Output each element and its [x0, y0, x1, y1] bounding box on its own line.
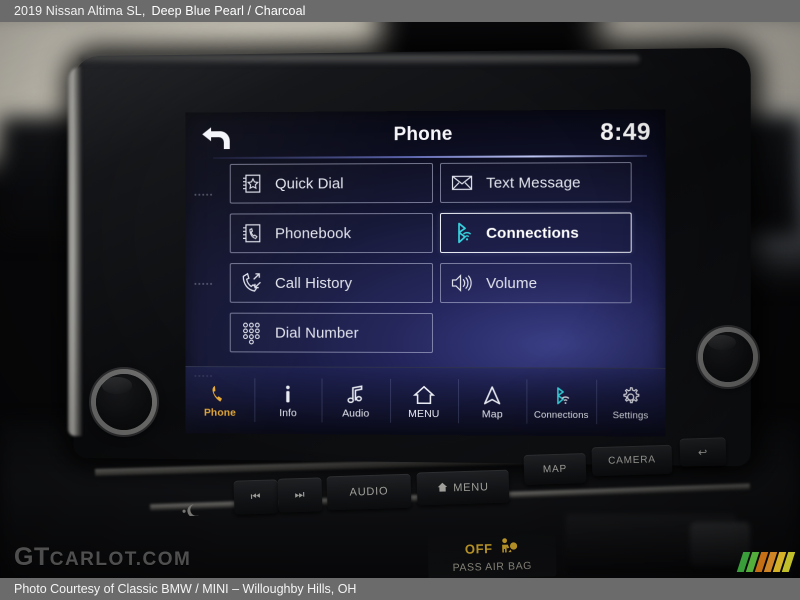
back-arrow-icon: ↩: [697, 446, 709, 459]
edge-marker-dots: [194, 192, 216, 200]
taskbar-label: Settings: [612, 409, 649, 421]
clock: 8:49: [600, 118, 652, 147]
prev-track-button[interactable]: ⏮: [233, 479, 279, 515]
navigation-arrow-icon: [481, 384, 503, 406]
pass-airbag-indicator: OFF PASS AIR BAG: [427, 530, 557, 578]
tile-label: Quick Dial: [275, 174, 344, 193]
taskbar-item-map[interactable]: Map: [458, 368, 527, 437]
home-icon: [437, 481, 448, 495]
bezel-chrome-left: [68, 66, 82, 436]
vehicle-title: 2019 Nissan Altima SL,: [14, 4, 146, 18]
airbag-status-text: OFF: [464, 540, 493, 557]
taskbar-label: Connections: [533, 409, 589, 421]
bluetooth-wifi-icon: [550, 385, 572, 407]
taskbar-item-menu[interactable]: MENU: [390, 368, 458, 436]
call-history-icon: [240, 271, 264, 295]
tile-volume[interactable]: Volume: [439, 262, 632, 304]
edge-marker-dots: [194, 281, 216, 289]
volume-knob-dial[interactable]: [96, 374, 152, 430]
menu-button-label: MENU: [453, 480, 489, 494]
gear-icon: [619, 385, 641, 407]
taskbar-label: Map: [481, 408, 503, 421]
tile-label: Connections: [486, 224, 579, 242]
taskbar-label: Audio: [342, 407, 370, 420]
taskbar-item-phone[interactable]: Phone: [186, 367, 255, 435]
phonebook-icon: [240, 221, 264, 245]
taskbar-label: MENU: [408, 407, 440, 421]
speaker-icon: [450, 271, 474, 295]
map-button-label: MAP: [542, 463, 568, 475]
taskbar-label: Info: [279, 407, 297, 420]
tile-connections[interactable]: Connections: [439, 212, 632, 253]
tile-text-message[interactable]: Text Message: [439, 162, 632, 203]
music-note-icon: [345, 384, 367, 406]
vehicle-photo: Phone 8:49 Quick Dial Text Message Phone…: [0, 22, 800, 578]
tune-scroll-knob[interactable]: TUNE·SCROLL PUSH SOUND: [703, 332, 753, 382]
phone-handset-icon: [209, 383, 231, 405]
tile-dial-number[interactable]: Dial Number: [229, 312, 433, 354]
home-icon: [412, 384, 435, 406]
info-icon: [277, 383, 299, 405]
taskbar-item-info[interactable]: Info: [254, 367, 321, 435]
watermark-brand: GT: [14, 543, 50, 571]
phone-menu-grid: Quick Dial Text Message Phonebook Connec…: [229, 162, 632, 364]
back-button[interactable]: ↩: [679, 437, 727, 467]
bottom-caption-bar: Photo Courtesy of Classic BMW / MINI – W…: [0, 578, 800, 600]
tile-phonebook[interactable]: Phonebook: [229, 212, 433, 254]
watermark: GTCARLOT.COM: [14, 543, 191, 572]
taskbar-item-settings[interactable]: Settings: [596, 369, 665, 437]
header-divider: [213, 154, 647, 160]
page-title: Phone: [393, 123, 453, 146]
watermark-domain: CARLOT.COM: [49, 549, 192, 570]
taskbar-item-audio[interactable]: Audio: [322, 368, 390, 436]
top-caption-bar: 2019 Nissan Altima SL, Deep Blue Pearl /…: [0, 0, 800, 22]
passenger-airbag-icon: [496, 536, 519, 560]
airbag-status-row: OFF: [465, 536, 519, 560]
color-bars: [736, 552, 796, 572]
tile-label: Dial Number: [275, 324, 359, 342]
tile-label: Phonebook: [275, 224, 352, 242]
envelope-icon: [450, 171, 474, 195]
screenshot-root: 2019 Nissan Altima SL, Deep Blue Pearl /…: [0, 0, 800, 600]
volume-knob[interactable]: VOL PUSH: [96, 374, 152, 430]
bluetooth-wifi-icon: [450, 221, 474, 245]
photo-credit: Photo Courtesy of Classic BMW / MINI – W…: [14, 582, 357, 596]
next-track-button[interactable]: ⏭: [277, 477, 323, 513]
screen-taskbar: Phone Info Audio MENU Map Connections Se…: [185, 366, 666, 437]
vehicle-colors: Deep Blue Pearl / Charcoal: [151, 4, 306, 18]
audio-button-label: AUDIO: [349, 485, 389, 499]
bezel-chrome-top: [80, 55, 640, 64]
next-track-icon: ⏭: [294, 488, 306, 501]
dialpad-icon: [240, 321, 264, 345]
taskbar-label: Phone: [203, 406, 236, 419]
tune-knob-dial[interactable]: [703, 332, 753, 382]
tile-label: Volume: [486, 274, 538, 292]
menu-button[interactable]: MENU: [416, 469, 510, 506]
camera-button-label: CAMERA: [608, 454, 656, 467]
prev-track-icon: ⏮: [250, 490, 262, 503]
tile-label: Text Message: [486, 173, 581, 192]
airbag-label: PASS AIR BAG: [452, 559, 533, 575]
quick-dial-icon: [240, 172, 264, 196]
infotainment-screen[interactable]: Phone 8:49 Quick Dial Text Message Phone…: [185, 109, 666, 437]
tile-call-history[interactable]: Call History: [229, 262, 433, 304]
tile-quick-dial[interactable]: Quick Dial: [229, 162, 433, 204]
map-button[interactable]: MAP: [523, 453, 587, 485]
camera-button[interactable]: CAMERA: [591, 444, 673, 477]
taskbar-item-connections[interactable]: Connections: [527, 368, 596, 436]
screen-header: Phone 8:49: [186, 113, 666, 160]
audio-button[interactable]: AUDIO: [326, 473, 412, 511]
tile-label: Call History: [275, 274, 353, 292]
